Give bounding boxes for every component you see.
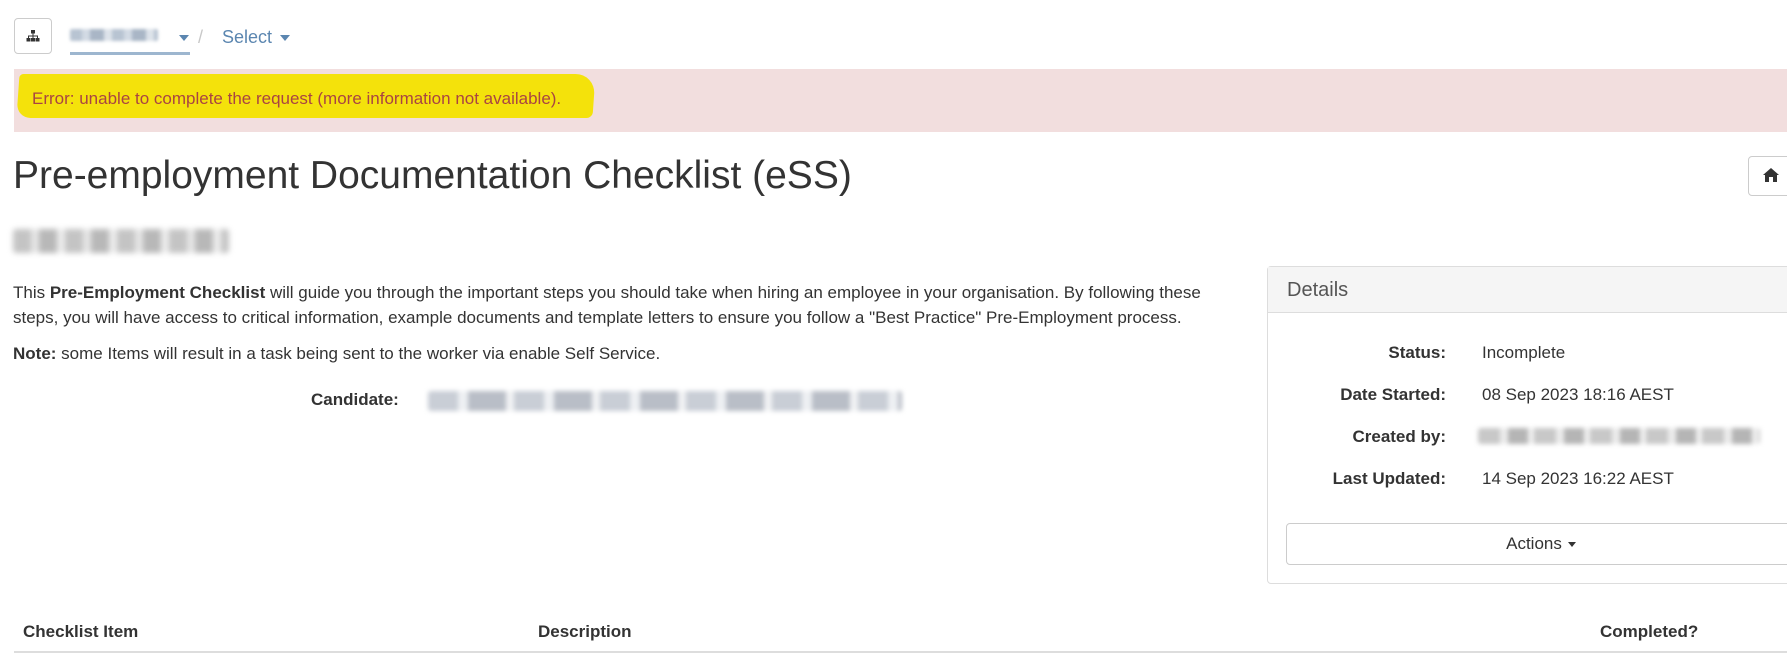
last-updated-value: 14 Sep 2023 16:22 AEST [1482,469,1674,488]
intro-bold: Pre-Employment Checklist [49,283,266,302]
candidate-value-redacted [428,391,902,411]
home-button[interactable] [1748,156,1787,196]
details-heading: Details [1287,279,1349,301]
actions-dropdown-button[interactable]: Actions [1286,523,1787,565]
intro-prefix: This [13,283,50,302]
created-by-value-redacted [1478,428,1760,444]
breadcrumb-select-label: Select [222,27,273,47]
breadcrumb-select-dropdown[interactable]: Select [222,27,291,48]
caret-down-icon[interactable] [179,35,189,41]
created-by-label: Created by: [1352,427,1446,446]
subtitle-redacted [13,229,229,253]
caret-down-icon [1567,541,1576,547]
column-header-checklist-item[interactable]: Checklist Item [23,622,138,642]
page-title: Pre-employment Documentation Checklist (… [13,154,852,197]
caret-down-icon [280,34,291,41]
note-text: some Items will result in a task being s… [56,344,661,363]
status-label: Status: [1388,343,1446,362]
candidate-label: Candidate: [311,390,399,409]
breadcrumb-organisation-redacted[interactable] [70,29,158,41]
date-started-label: Date Started: [1340,385,1446,404]
column-header-completed[interactable]: Completed? [1600,622,1698,642]
intro-paragraph: This Pre-Employment Checklist will guide… [13,280,1223,330]
note-paragraph: Note: some Items will result in a task b… [13,344,660,364]
error-message: Error: unable to complete the request (m… [32,89,562,108]
actions-label: Actions [1506,534,1562,553]
sitemap-icon [26,26,40,47]
breadcrumb-active-underline [70,52,190,55]
column-header-description[interactable]: Description [538,622,632,642]
date-started-value: 08 Sep 2023 18:16 AEST [1482,385,1674,404]
note-label: Note: [13,344,57,363]
status-value: Incomplete [1482,343,1566,362]
org-chart-button[interactable] [14,18,52,54]
home-icon [1762,166,1779,187]
last-updated-label: Last Updated: [1332,469,1446,488]
breadcrumb-separator: / [198,27,204,47]
